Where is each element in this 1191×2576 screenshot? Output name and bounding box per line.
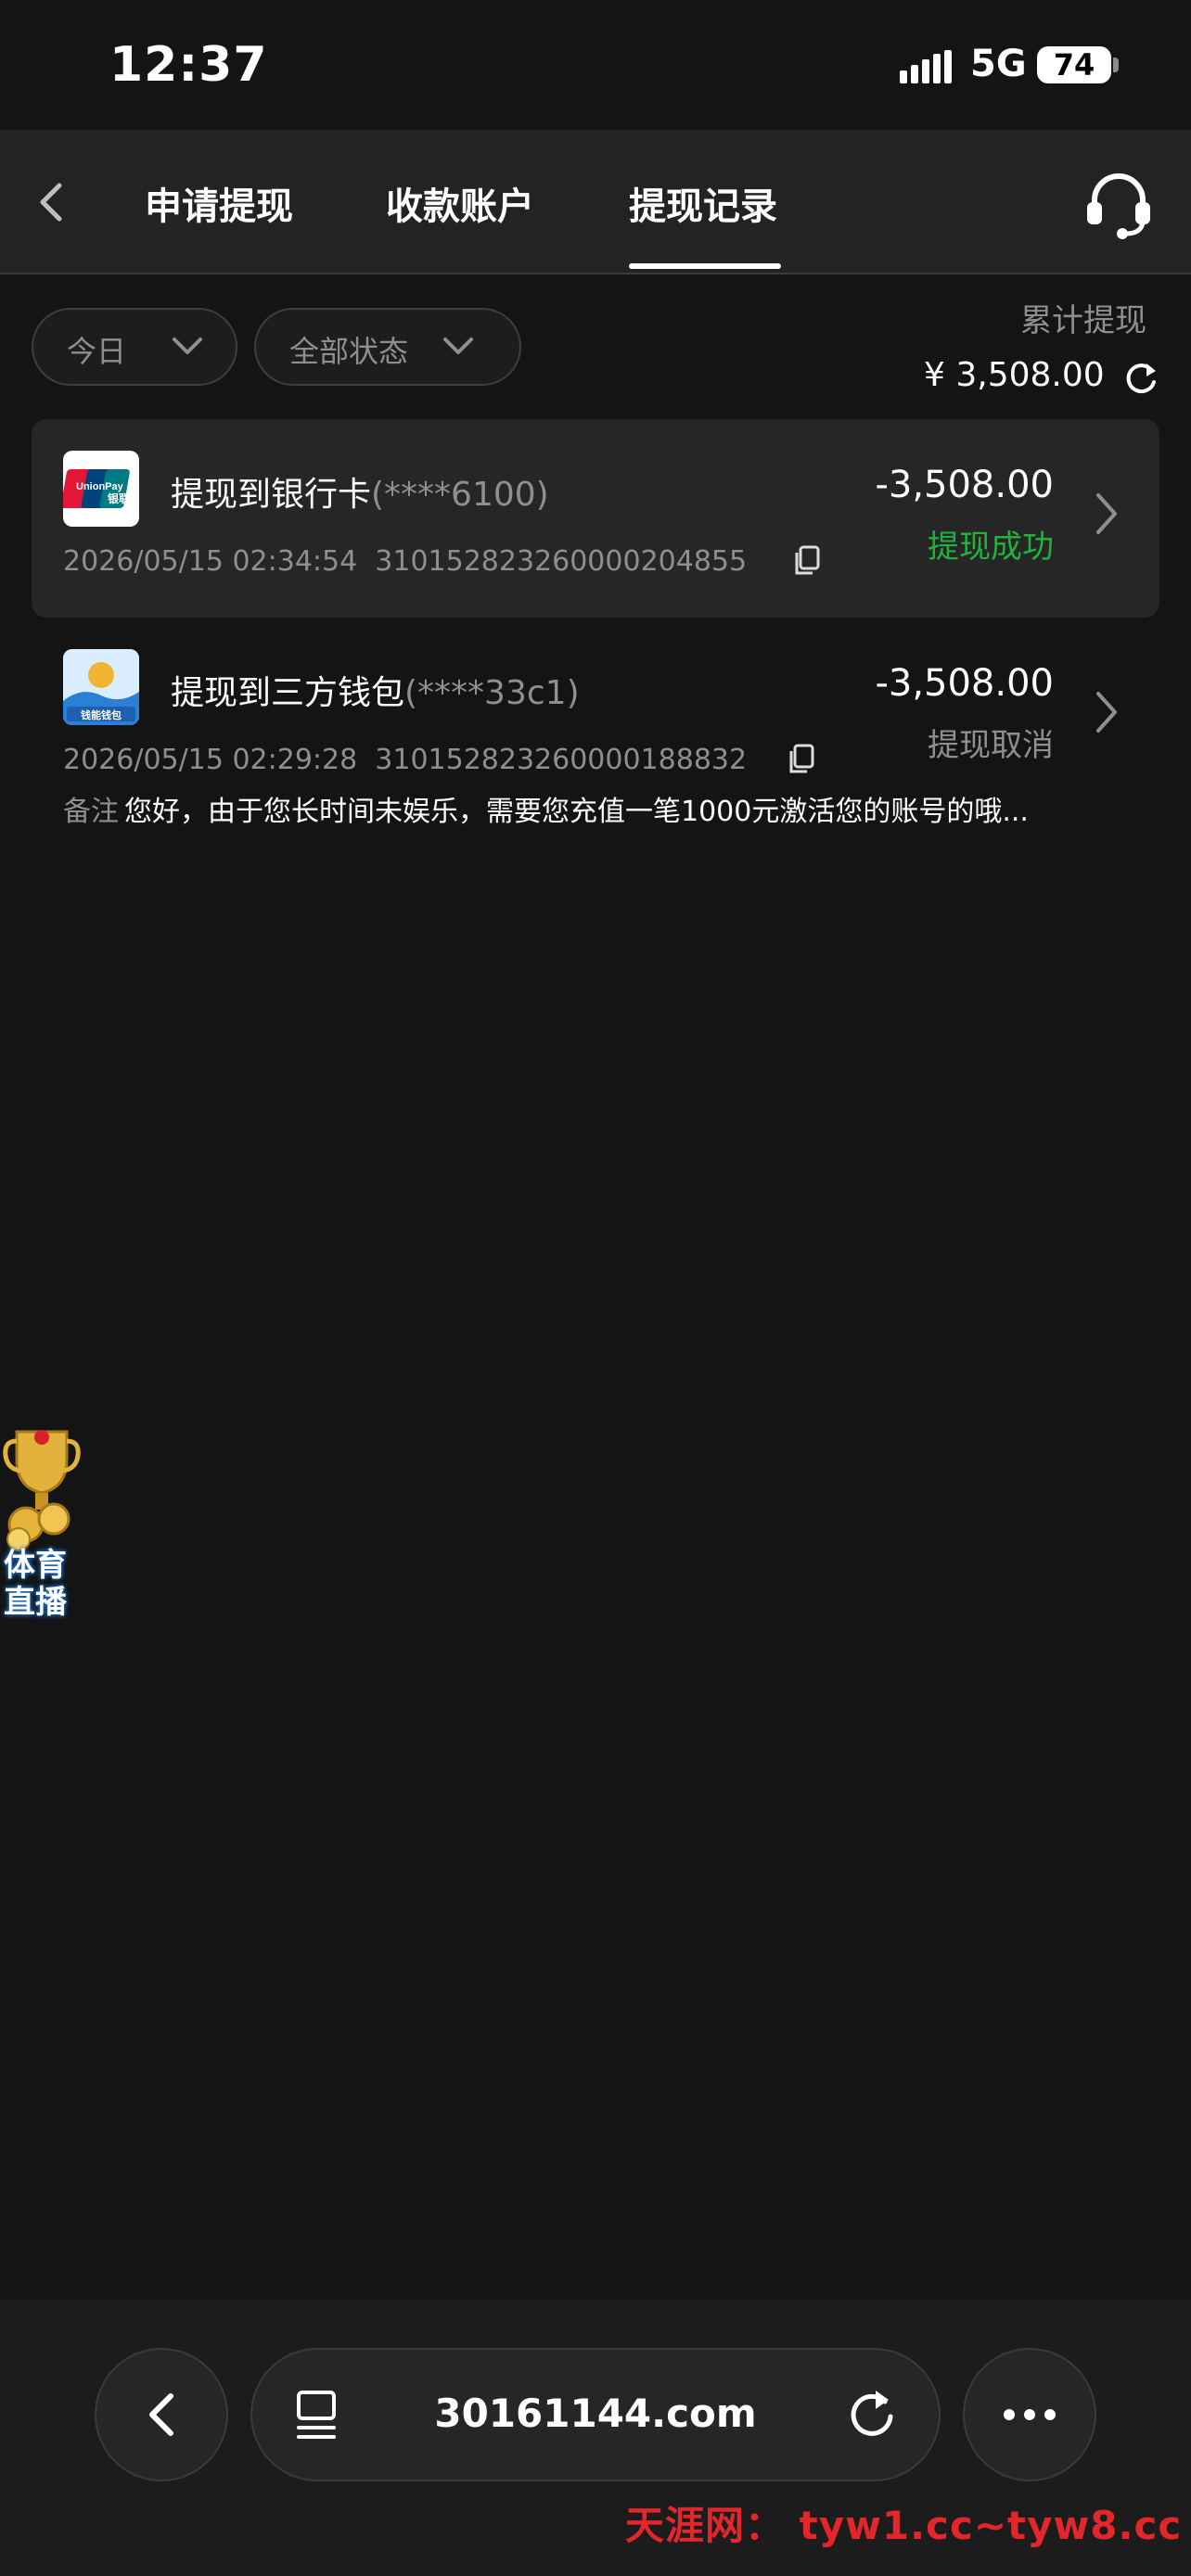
more-dots-icon: [1004, 2409, 1056, 2420]
status-filter-dropdown[interactable]: 全部状态: [254, 308, 521, 386]
customer-service-icon[interactable]: [1082, 167, 1156, 241]
record-title-text: 提现到三方钱包: [171, 674, 405, 712]
record-account-mask: (****6100): [371, 476, 549, 514]
tabs-icon[interactable]: [291, 2387, 343, 2442]
status-filter-label: 全部状态: [289, 334, 409, 369]
date-filter-label: 今日: [67, 334, 127, 369]
record-order-no: 310152823260000204855: [375, 545, 748, 578]
sports-live-line1: 体育: [4, 1547, 67, 1584]
record-datetime: 2026/05/15 02:34:54: [63, 545, 358, 578]
chevron-right-icon[interactable]: [1093, 688, 1121, 736]
unionpay-logo: UnionPay 银联: [63, 451, 139, 527]
record-title-text: 提现到银行卡: [171, 476, 372, 514]
chevron-left-icon: [149, 2393, 173, 2436]
record-status: 提现成功: [928, 529, 1054, 566]
remark-label: 备注: [63, 796, 119, 828]
record-account-mask: (****33c1): [404, 674, 580, 712]
unionpay-logo-text: UnionPay: [76, 481, 124, 492]
date-filter-dropdown[interactable]: 今日: [32, 308, 237, 386]
record-order-no: 310152823260000188832: [375, 744, 748, 776]
record-title: 提现到三方钱包(****33c1): [171, 666, 580, 714]
status-time: 12:37: [109, 37, 268, 93]
wallet-logo-text: 钱能钱包: [81, 708, 122, 721]
more-options-button[interactable]: [963, 2348, 1096, 2481]
record-amount: -3,508.00: [875, 464, 1054, 506]
watermark: 天涯网： tyw1.cc~tyw8.cc: [625, 2503, 1183, 2548]
cumulative-withdraw-label: 累计提现: [1020, 302, 1146, 339]
battery-icon: 74: [1037, 46, 1111, 83]
tab-withdraw-records[interactable]: 提现记录: [629, 176, 777, 230]
remark-text: 您好，由于您长时间未娱乐，需要您充值一笔1000元激活您的账号的哦...: [124, 796, 1029, 828]
battery-tip: [1113, 57, 1119, 72]
record-amount: -3,508.00: [875, 662, 1054, 705]
sports-live-label[interactable]: 体育 直播: [4, 1547, 67, 1621]
sports-live-line2: 直播: [4, 1584, 67, 1621]
back-arrow-icon[interactable]: [33, 176, 70, 228]
record-meta: 2026/05/15 02:34:54 31015282326000020485…: [63, 545, 747, 578]
wallet-logo: 钱能钱包: [63, 649, 139, 725]
battery-level: 74: [1053, 47, 1095, 83]
chevron-down-icon: [173, 338, 202, 354]
tab-receiving-account[interactable]: 收款账户: [386, 176, 534, 230]
active-tab-indicator: [629, 263, 781, 269]
reload-icon[interactable]: [844, 2385, 900, 2441]
chevron-right-icon[interactable]: [1093, 490, 1121, 538]
tab-apply-withdraw[interactable]: 申请提现: [145, 176, 293, 230]
record-remark: 备注 您好，由于您长时间未娱乐，需要您充值一笔1000元激活您的账号的哦...: [63, 788, 1029, 829]
record-meta: 2026/05/15 02:29:28 31015282326000018883…: [63, 744, 747, 776]
record-title: 提现到银行卡(****6100): [171, 467, 549, 516]
browser-back-button[interactable]: [95, 2348, 228, 2481]
withdraw-record-card[interactable]: [32, 419, 1159, 618]
record-status: 提现取消: [928, 727, 1054, 764]
unionpay-logo-cn: 银联: [108, 491, 130, 505]
network-type: 5G: [970, 43, 1027, 85]
cumulative-withdraw-amount: ¥ 3,508.00: [924, 356, 1105, 394]
url-text[interactable]: 30161144.com: [390, 2391, 801, 2436]
chevron-down-icon: [443, 338, 473, 354]
refresh-icon[interactable]: [1122, 360, 1159, 397]
record-datetime: 2026/05/15 02:29:28: [63, 744, 358, 776]
signal-icon: [900, 50, 952, 83]
